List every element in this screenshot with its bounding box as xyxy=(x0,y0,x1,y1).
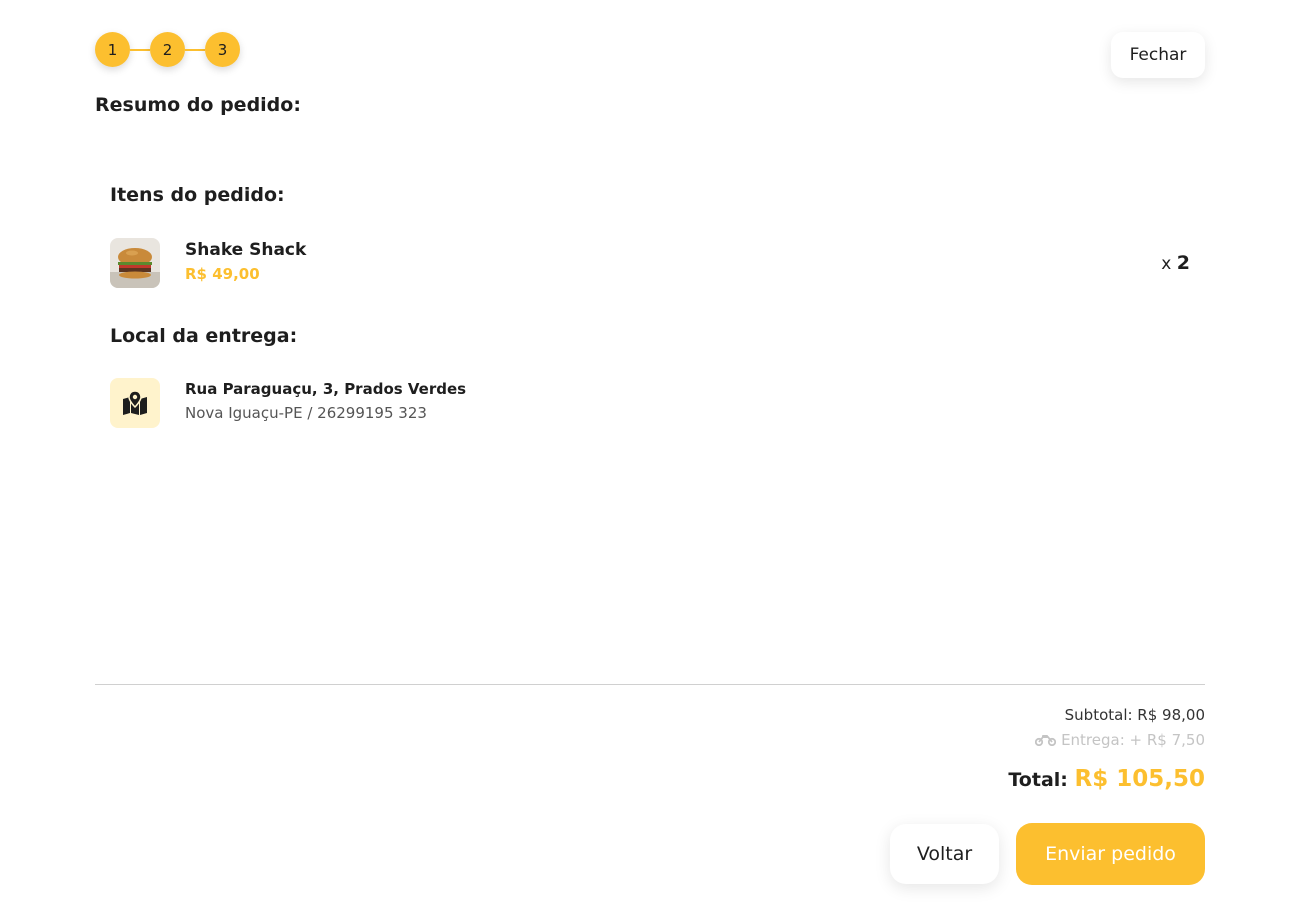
delivery-fee: Entrega: + R$ 7,50 xyxy=(1061,731,1205,749)
step-2[interactable]: 2 xyxy=(150,32,185,67)
step-connector xyxy=(130,48,150,51)
item-name: Shake Shack xyxy=(185,240,307,260)
map-pin-icon xyxy=(123,391,147,415)
total-label: Total: xyxy=(1008,769,1068,791)
items-section-title: Itens do pedido: xyxy=(110,184,285,206)
item-thumbnail xyxy=(110,238,160,288)
divider xyxy=(95,684,1205,685)
step-3[interactable]: 3 xyxy=(205,32,240,67)
subtotal: Subtotal: R$ 98,00 xyxy=(1064,706,1205,724)
burger-photo-icon xyxy=(110,238,160,288)
step-connector xyxy=(185,48,205,51)
back-button[interactable]: Voltar xyxy=(890,824,999,884)
close-button[interactable]: Fechar xyxy=(1111,32,1205,78)
step-1[interactable]: 1 xyxy=(95,32,130,67)
motorcycle-icon xyxy=(1035,735,1057,746)
item-price: R$ 49,00 xyxy=(185,265,260,283)
page-title: Resumo do pedido: xyxy=(95,94,301,116)
send-order-button[interactable]: Enviar pedido xyxy=(1016,823,1205,885)
delivery-fee-row: Entrega: + R$ 7,50 xyxy=(1035,731,1205,749)
quantity-prefix: x xyxy=(1161,254,1172,274)
address-city: Nova Iguaçu-PE / 26299195 323 xyxy=(185,404,427,422)
total-value: R$ 105,50 xyxy=(1074,766,1205,792)
quantity-value: 2 xyxy=(1176,252,1190,274)
delivery-section-title: Local da entrega: xyxy=(110,325,298,347)
address-street: Rua Paraguaçu, 3, Prados Verdes xyxy=(185,380,467,398)
map-icon-box xyxy=(110,378,160,428)
total-row: Total: R$ 105,50 xyxy=(1008,766,1205,792)
order-stepper: 1 2 3 xyxy=(95,32,240,67)
item-quantity: x 2 xyxy=(1161,252,1190,274)
